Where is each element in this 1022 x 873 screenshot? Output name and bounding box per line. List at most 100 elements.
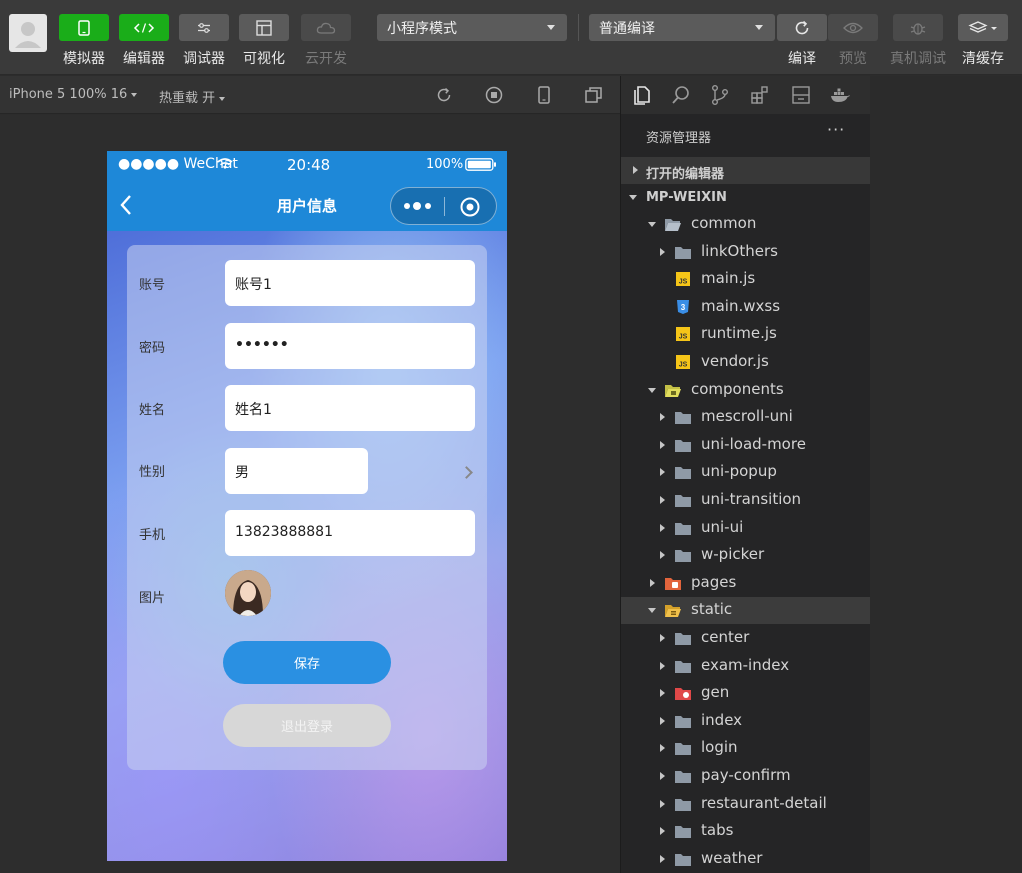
tree-item-label: common (691, 214, 757, 232)
device-select[interactable]: iPhone 5 100% 16 (9, 87, 138, 102)
phone-input[interactable]: 13823888881 (225, 510, 475, 556)
tree-item-label: gen (701, 683, 730, 702)
simulator-label: 模拟器 (63, 51, 105, 67)
tree-item[interactable]: linkOthers (621, 239, 871, 266)
debugger-label: 调试器 (183, 51, 225, 67)
cloud-icon (316, 22, 336, 34)
account-input[interactable]: 账号1 (225, 260, 475, 306)
tree-item[interactable]: JS runtime.js (621, 321, 871, 348)
extensions-icon[interactable] (749, 84, 771, 106)
remote-debug-label: 真机调试 (890, 51, 946, 67)
tree-item[interactable]: common (621, 211, 871, 238)
chevron-down-icon (755, 25, 763, 30)
gender-picker[interactable]: 男 (225, 448, 368, 494)
device-icon[interactable] (534, 85, 554, 105)
tree-item[interactable]: uni-ui (621, 515, 871, 542)
tree-item[interactable]: mescroll-uni (621, 404, 871, 431)
stop-icon[interactable] (484, 85, 504, 105)
tree-item-label: uni-load-more (701, 434, 806, 453)
logout-button[interactable]: 退出登录 (223, 704, 391, 747)
debugger-button[interactable] (179, 14, 229, 41)
chevron-right-icon (660, 661, 665, 670)
tree-item-label: components (691, 379, 784, 398)
tree-item-label: exam-index (701, 655, 790, 674)
svg-text:JS: JS (679, 334, 688, 341)
toolbar-divider (578, 14, 579, 41)
profile-photo[interactable] (225, 570, 271, 616)
chevron-down-icon (629, 195, 637, 200)
project-section[interactable]: MP-WEIXIN (621, 184, 871, 211)
source-control-icon[interactable] (709, 84, 731, 106)
password-input[interactable]: •••••• (225, 323, 475, 369)
tree-item[interactable]: pay-confirm (621, 763, 871, 790)
user-icon (15, 22, 41, 48)
save-button[interactable]: 保存 (223, 641, 391, 684)
hot-reload-toggle[interactable]: 热重载 开 (159, 87, 226, 106)
storage-icon[interactable] (790, 84, 812, 106)
folder-icon (675, 550, 691, 563)
tree-item[interactable]: restaurant-detail (621, 791, 871, 818)
device-select-value: iPhone 5 100% 16 (9, 87, 128, 102)
tree-item-label: runtime.js (701, 324, 777, 343)
compile-button[interactable] (777, 14, 827, 41)
folder-icon (675, 771, 691, 783)
tree-item[interactable]: center (621, 625, 871, 652)
rotate-icon[interactable] (434, 85, 454, 105)
tree-item-label: uni-transition (701, 490, 802, 508)
files-icon[interactable] (631, 84, 653, 106)
compile-select[interactable]: 普通编译 (589, 14, 775, 41)
tree-item[interactable]: pages (621, 570, 871, 597)
js-file-icon: JS (676, 327, 690, 342)
folder-icon (675, 633, 691, 645)
tree-item[interactable]: uni-popup (621, 459, 871, 486)
js-file-icon: JS (676, 355, 690, 369)
clear-cache-button[interactable] (958, 14, 1008, 41)
search-icon[interactable] (670, 84, 692, 106)
close-capsule-icon[interactable] (459, 196, 481, 218)
svg-text:3: 3 (681, 303, 686, 312)
name-input[interactable]: 姓名1 (225, 385, 475, 431)
avatar[interactable] (9, 14, 47, 52)
tree-item[interactable]: login (621, 735, 871, 762)
tree-item[interactable]: index (621, 708, 871, 735)
tree-item[interactable]: weather (621, 846, 871, 873)
tree-item[interactable]: gen (621, 680, 871, 707)
preview-button[interactable] (828, 14, 878, 41)
more-actions-icon[interactable]: ··· (827, 120, 845, 139)
project-label: MP-WEIXIN (646, 190, 727, 205)
open-editors-section[interactable]: 打开的编辑器 (621, 157, 871, 184)
tree-item[interactable]: w-picker (621, 542, 871, 569)
mode-select[interactable]: 小程序模式 (377, 14, 567, 41)
remote-debug-button[interactable] (893, 14, 943, 41)
chevron-right-icon (650, 578, 655, 587)
folder-icon (675, 246, 691, 259)
editor-button[interactable] (119, 14, 169, 41)
nav-bar: 用户信息 (107, 179, 507, 231)
tree-item-label: uni-ui (701, 517, 744, 536)
visual-button[interactable] (239, 14, 289, 41)
folder-icon (675, 688, 691, 701)
detach-window-icon[interactable] (584, 85, 604, 105)
chevron-right-icon (660, 523, 665, 532)
chevron-down-icon (648, 222, 656, 227)
folder-icon (675, 743, 691, 756)
tree-item[interactable]: JS vendor.js (621, 349, 871, 376)
tree-item[interactable]: components (621, 377, 871, 404)
more-dots-icon[interactable] (403, 201, 433, 211)
tree-item[interactable]: JS main.js (621, 266, 871, 293)
page-content: 账号 账号1 密码 •••••• 姓名 姓名1 性别 男 手机 13823888… (107, 231, 507, 861)
folder-icon (675, 715, 691, 728)
tree-item[interactable]: tabs (621, 818, 871, 845)
open-editors-label: 打开的编辑器 (646, 167, 725, 182)
cloud-dev-button[interactable] (301, 14, 351, 41)
tree-item[interactable]: exam-index (621, 653, 871, 680)
simulator-button[interactable] (59, 14, 109, 41)
tree-item[interactable]: static (621, 597, 871, 625)
svg-text:JS: JS (679, 362, 688, 369)
tree-item-label: pages (691, 572, 737, 591)
tree-item-label: w-picker (701, 545, 765, 564)
tree-item[interactable]: uni-load-more (621, 432, 871, 459)
tree-item[interactable]: uni-transition (621, 487, 871, 514)
docker-icon[interactable] (829, 84, 851, 106)
tree-item[interactable]: 3 main.wxss (621, 294, 871, 321)
